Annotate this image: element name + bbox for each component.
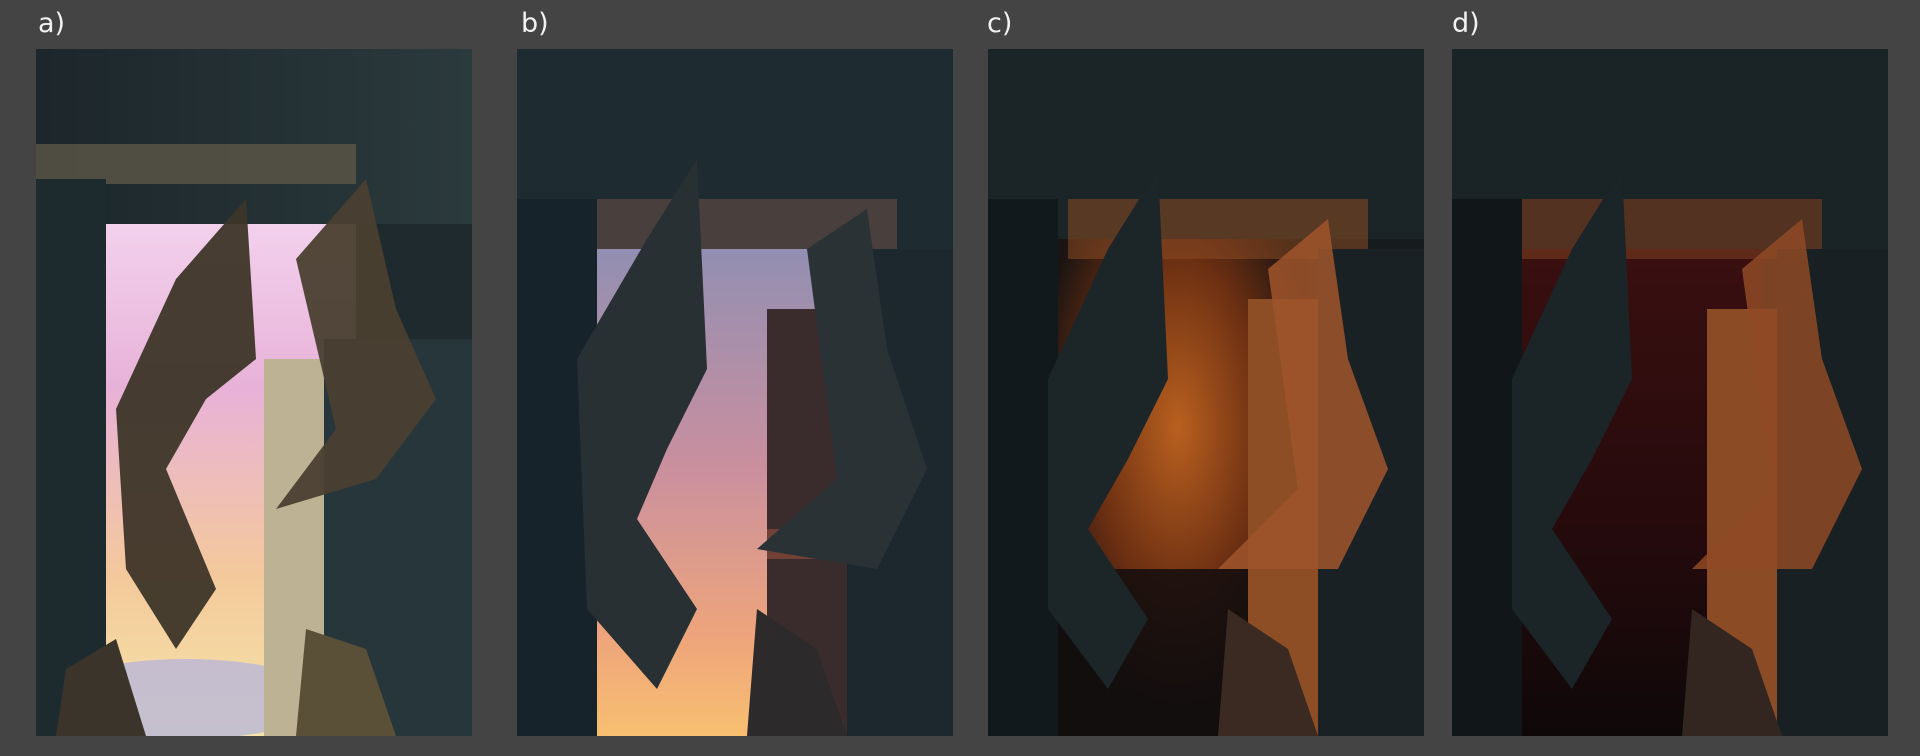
- panel-c-image: [988, 49, 1424, 736]
- panel-d-image: [1452, 49, 1888, 736]
- panel-a-label: a): [38, 8, 66, 39]
- comparison-figure: a) b) c) d): [0, 0, 1920, 756]
- panel-b-label: b): [521, 8, 549, 39]
- panel-c-label: c): [987, 8, 1013, 39]
- dragon-gate-orange-fog-render: [988, 49, 1424, 736]
- dragon-gate-daylight-render: [36, 49, 472, 736]
- panel-b-image: [517, 49, 953, 736]
- dragon-gate-dusk-render: [517, 49, 953, 736]
- panel-a-image: [36, 49, 472, 736]
- dragon-gate-dark-red-render: [1452, 49, 1888, 736]
- panel-d-label: d): [1452, 8, 1480, 39]
